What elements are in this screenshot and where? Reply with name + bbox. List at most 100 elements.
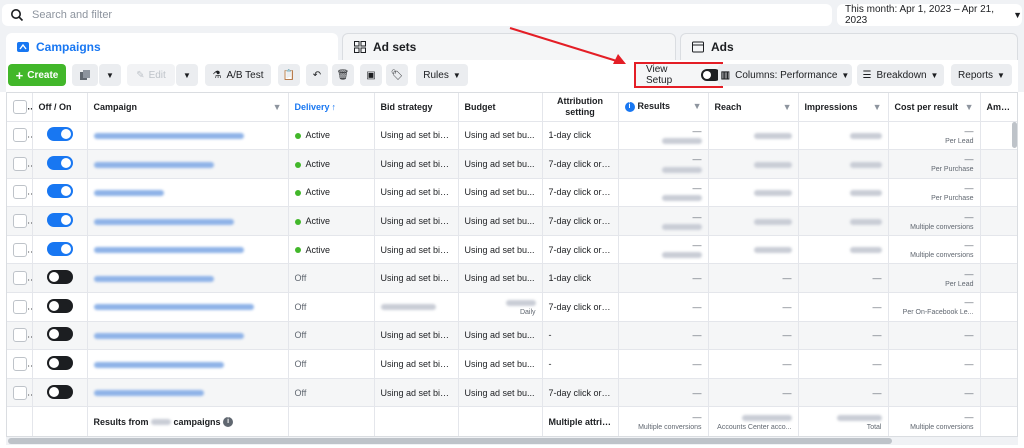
- preview-button[interactable]: ▣: [360, 64, 382, 86]
- search-bar[interactable]: [2, 4, 832, 26]
- sort-caret-icon: ▼: [272, 101, 282, 112]
- campaign-name[interactable]: [87, 378, 289, 408]
- amount-cell: [980, 263, 1017, 294]
- columns-button[interactable]: ▥ Columns: Performance ▼: [718, 64, 852, 86]
- campaign-name[interactable]: [87, 121, 289, 151]
- row-toggle-cell: [32, 292, 88, 322]
- header-delivery[interactable]: Delivery ↑: [288, 93, 375, 122]
- campaign-toggle[interactable]: [46, 213, 73, 228]
- duplicate-button[interactable]: [72, 64, 98, 86]
- trash-icon: 🗑: [336, 69, 350, 81]
- header-reach[interactable]: Reach ▼: [708, 93, 799, 122]
- reach-cell: —: [708, 321, 799, 351]
- table-row[interactable]: Active Using ad set bid... Using ad set bu…: [7, 149, 1017, 179]
- header-attribution[interactable]: Attribution setting: [542, 93, 619, 122]
- reports-label: Reports: [958, 69, 994, 81]
- horizontal-scrollbar[interactable]: [6, 437, 1018, 445]
- table-row[interactable]: Active Using ad set bid... Using ad set bu…: [7, 206, 1017, 236]
- flask-icon: ⚗: [212, 69, 222, 81]
- duplicate-dropdown[interactable]: ▼: [99, 64, 121, 86]
- row-checkbox[interactable]: [13, 271, 27, 286]
- table-row[interactable]: Off Using ad set bid... Using ad set bu...…: [7, 349, 1017, 379]
- tab-ads[interactable]: Ads: [680, 33, 1018, 60]
- vertical-scrollbar[interactable]: [1012, 122, 1017, 148]
- delivery-cell: Active: [288, 178, 375, 208]
- row-checkbox[interactable]: [13, 185, 27, 200]
- header-impressions[interactable]: Impressions ▼: [798, 93, 889, 122]
- campaign-name[interactable]: [87, 349, 289, 379]
- table-row[interactable]: Off Using ad set bid... Using ad set bu...…: [7, 263, 1017, 294]
- campaign-name[interactable]: [87, 235, 289, 265]
- campaign-name[interactable]: [87, 178, 289, 208]
- edit-dropdown[interactable]: ▼: [176, 64, 198, 86]
- bid-strategy-cell: Using ad set bid...: [374, 178, 459, 208]
- row-checkbox[interactable]: [13, 328, 27, 343]
- header-off-on[interactable]: Off / On: [32, 93, 88, 122]
- campaign-toggle[interactable]: [46, 298, 73, 313]
- rules-button[interactable]: Rules ▼: [416, 64, 468, 86]
- campaign-toggle[interactable]: [46, 127, 73, 142]
- campaign-toggle[interactable]: [46, 241, 73, 256]
- table-row[interactable]: Off Using ad set bid... Using ad set bu...…: [7, 321, 1017, 351]
- create-button[interactable]: + Create: [8, 64, 66, 86]
- campaign-toggle[interactable]: [46, 184, 73, 199]
- header-campaign[interactable]: Campaign ▼: [87, 93, 289, 122]
- ab-test-button[interactable]: ⚗ A/B Test: [205, 64, 271, 86]
- caret-down-icon: ▼: [452, 70, 461, 80]
- breakdown-button[interactable]: ☰ Breakdown ▼: [857, 64, 944, 86]
- table-row[interactable]: Active Using ad set bid... Using ad set bu…: [7, 235, 1017, 265]
- campaign-name[interactable]: [87, 292, 289, 322]
- search-input[interactable]: [32, 9, 792, 21]
- row-checkbox[interactable]: [13, 385, 27, 400]
- reach-cell: —: [708, 349, 799, 379]
- header-budget[interactable]: Budget: [458, 93, 543, 122]
- row-checkbox[interactable]: [13, 128, 27, 143]
- sort-ascending-icon: ↑: [331, 101, 337, 112]
- edit-button[interactable]: ✎ Edit: [127, 64, 175, 86]
- clipboard-button[interactable]: 📋: [278, 64, 300, 86]
- campaign-toggle[interactable]: [46, 155, 73, 170]
- results-cell: —: [618, 378, 709, 408]
- campaign-toggle[interactable]: [46, 270, 73, 285]
- budget-cell: Using ad set bu...: [458, 235, 543, 265]
- date-range-picker[interactable]: This month: Apr 1, 2023 – Apr 21, 2023 ▼: [837, 4, 1022, 26]
- table-row[interactable]: Off Daily 7-day click or ... — — — — Per On-Fac…: [7, 292, 1017, 322]
- select-all-checkbox[interactable]: [13, 99, 27, 114]
- table-row[interactable]: Off Using ad set bid... Using ad set bu...…: [7, 378, 1017, 408]
- delivery-cell: Active: [288, 149, 375, 179]
- campaign-toggle[interactable]: [46, 384, 73, 399]
- delivery-cell: Off: [288, 321, 375, 351]
- attribution-cell: 7-day click or ...: [542, 378, 619, 408]
- info-icon[interactable]: i: [223, 417, 234, 428]
- campaign-name[interactable]: [87, 263, 289, 294]
- delete-button[interactable]: 🗑: [332, 64, 354, 86]
- campaign-name[interactable]: [87, 206, 289, 236]
- tab-campaigns[interactable]: Campaigns: [6, 33, 338, 60]
- view-setup-toggle[interactable]: View Setup: [634, 62, 723, 88]
- header-bid-strategy[interactable]: Bid strategy: [374, 93, 459, 122]
- row-toggle-cell: [32, 263, 88, 294]
- row-checkbox[interactable]: [13, 156, 27, 171]
- row-select-cell: [7, 349, 33, 379]
- campaign-name[interactable]: [87, 321, 289, 351]
- row-checkbox[interactable]: [13, 357, 27, 372]
- reports-button[interactable]: Reports ▼: [951, 64, 1012, 86]
- horizontal-scroll-thumb[interactable]: [8, 438, 892, 444]
- campaign-toggle[interactable]: [46, 327, 73, 342]
- row-checkbox[interactable]: [13, 299, 27, 314]
- table-row[interactable]: Active Using ad set bid... Using ad set bu…: [7, 178, 1017, 208]
- cost-per-result-cell: — Per Purchase: [888, 149, 981, 179]
- tab-ad-sets[interactable]: Ad sets: [342, 33, 676, 60]
- header-cost-per-result[interactable]: Cost per result ▼: [888, 93, 981, 122]
- campaign-name[interactable]: [87, 149, 289, 179]
- header-amount[interactable]: Amount: [980, 93, 1017, 122]
- header-results[interactable]: i Results ▼: [618, 93, 709, 122]
- row-checkbox[interactable]: [13, 214, 27, 229]
- cost-per-result-cell: —: [888, 349, 981, 379]
- tag-button[interactable]: 🏷: [386, 64, 408, 86]
- undo-button[interactable]: ↶: [306, 64, 328, 86]
- table-row[interactable]: Active Using ad set bid... Using ad set bu…: [7, 121, 1017, 151]
- active-status-icon: [294, 218, 301, 225]
- row-checkbox[interactable]: [13, 242, 27, 257]
- campaign-toggle[interactable]: [46, 356, 73, 371]
